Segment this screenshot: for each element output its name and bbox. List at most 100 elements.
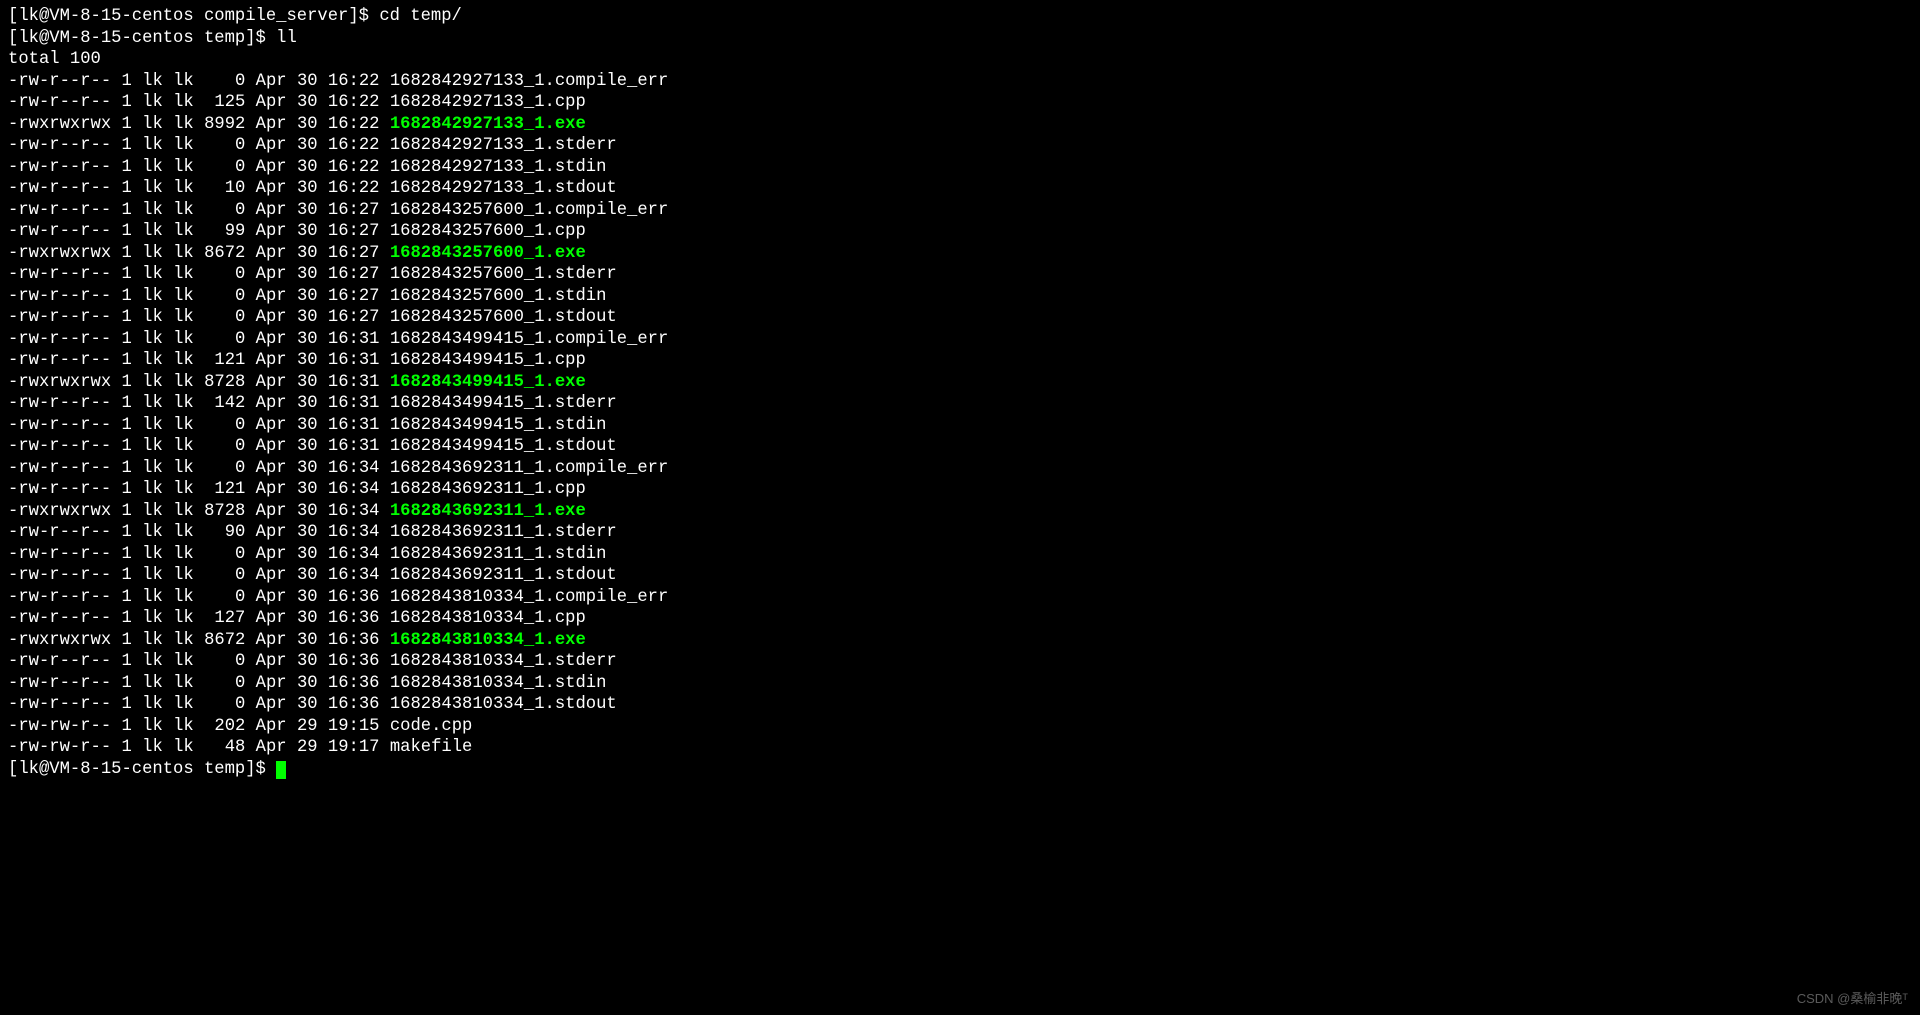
filename: 1682843499415_1.exe	[390, 373, 586, 392]
month: Apr	[256, 72, 287, 91]
day: 30	[297, 93, 318, 112]
time: 16:34	[328, 459, 380, 478]
links: 1	[121, 652, 131, 671]
owner: lk	[142, 717, 163, 736]
group: lk	[173, 394, 194, 413]
size: 142	[204, 394, 245, 413]
time: 19:15	[328, 717, 380, 736]
links: 1	[121, 201, 131, 220]
links: 1	[121, 566, 131, 585]
perm: -rw-r--r--	[8, 545, 111, 564]
owner: lk	[142, 523, 163, 542]
owner: lk	[142, 394, 163, 413]
day: 30	[297, 566, 318, 585]
day: 30	[297, 72, 318, 91]
day: 30	[297, 631, 318, 650]
filename: 1682843692311_1.stdout	[390, 566, 617, 585]
file-row: -rwxrwxrwx 1 lk lk 8728 Apr 30 16:31 168…	[8, 373, 586, 392]
file-row: -rw-r--r-- 1 lk lk 0 Apr 30 16:36 168284…	[8, 652, 617, 671]
group: lk	[173, 222, 194, 241]
file-row: -rw-r--r-- 1 lk lk 0 Apr 30 16:36 168284…	[8, 695, 617, 714]
month: Apr	[256, 373, 287, 392]
size: 0	[204, 566, 245, 585]
filename: 1682843810334_1.cpp	[390, 609, 586, 628]
day: 30	[297, 351, 318, 370]
terminal-output[interactable]: [lk@VM-8-15-centos compile_server]$ cd t…	[0, 0, 1920, 786]
links: 1	[121, 158, 131, 177]
filename: 1682843692311_1.exe	[390, 502, 586, 521]
file-row: -rw-r--r-- 1 lk lk 90 Apr 30 16:34 16828…	[8, 523, 617, 542]
file-row: -rw-r--r-- 1 lk lk 10 Apr 30 16:22 16828…	[8, 179, 617, 198]
day: 30	[297, 265, 318, 284]
month: Apr	[256, 287, 287, 306]
file-row: -rw-r--r-- 1 lk lk 0 Apr 30 16:34 168284…	[8, 545, 606, 564]
day: 30	[297, 437, 318, 456]
file-row: -rw-r--r-- 1 lk lk 99 Apr 30 16:27 16828…	[8, 222, 586, 241]
day: 30	[297, 480, 318, 499]
time: 16:31	[328, 437, 380, 456]
day: 30	[297, 115, 318, 134]
group: lk	[173, 502, 194, 521]
owner: lk	[142, 416, 163, 435]
links: 1	[121, 394, 131, 413]
owner: lk	[142, 480, 163, 499]
size: 8728	[204, 373, 245, 392]
owner: lk	[142, 265, 163, 284]
size: 99	[204, 222, 245, 241]
file-listing: -rw-r--r-- 1 lk lk 0 Apr 30 16:22 168284…	[8, 72, 668, 758]
file-row: -rw-r--r-- 1 lk lk 0 Apr 30 16:22 168284…	[8, 136, 617, 155]
filename: 1682843692311_1.cpp	[390, 480, 586, 499]
cursor-icon	[276, 761, 286, 779]
month: Apr	[256, 330, 287, 349]
time: 16:27	[328, 201, 380, 220]
size: 0	[204, 674, 245, 693]
filename: makefile	[390, 738, 473, 757]
time: 16:31	[328, 373, 380, 392]
links: 1	[121, 330, 131, 349]
time: 16:22	[328, 115, 380, 134]
filename: 1682843499415_1.cpp	[390, 351, 586, 370]
size: 8992	[204, 115, 245, 134]
filename: 1682843257600_1.compile_err	[390, 201, 668, 220]
size: 0	[204, 136, 245, 155]
links: 1	[121, 545, 131, 564]
group: lk	[173, 179, 194, 198]
perm: -rwxrwxrwx	[8, 631, 111, 650]
perm: -rw-r--r--	[8, 674, 111, 693]
file-row: -rw-r--r-- 1 lk lk 0 Apr 30 16:31 168284…	[8, 330, 668, 349]
perm: -rw-r--r--	[8, 609, 111, 628]
links: 1	[121, 265, 131, 284]
day: 30	[297, 502, 318, 521]
perm: -rwxrwxrwx	[8, 373, 111, 392]
perm: -rw-r--r--	[8, 72, 111, 91]
perm: -rw-r--r--	[8, 158, 111, 177]
size: 0	[204, 308, 245, 327]
perm: -rw-r--r--	[8, 588, 111, 607]
day: 30	[297, 330, 318, 349]
filename: 1682843810334_1.compile_err	[390, 588, 668, 607]
group: lk	[173, 695, 194, 714]
file-row: -rw-r--r-- 1 lk lk 0 Apr 30 16:22 168284…	[8, 158, 606, 177]
perm: -rw-r--r--	[8, 330, 111, 349]
group: lk	[173, 674, 194, 693]
time: 16:34	[328, 545, 380, 564]
file-row: -rw-r--r-- 1 lk lk 0 Apr 30 16:22 168284…	[8, 72, 668, 91]
owner: lk	[142, 695, 163, 714]
group: lk	[173, 523, 194, 542]
size: 121	[204, 351, 245, 370]
group: lk	[173, 459, 194, 478]
day: 30	[297, 222, 318, 241]
month: Apr	[256, 631, 287, 650]
size: 8728	[204, 502, 245, 521]
time: 16:36	[328, 695, 380, 714]
group: lk	[173, 609, 194, 628]
owner: lk	[142, 738, 163, 757]
month: Apr	[256, 674, 287, 693]
month: Apr	[256, 265, 287, 284]
time: 16:31	[328, 394, 380, 413]
size: 0	[204, 588, 245, 607]
time: 16:34	[328, 502, 380, 521]
owner: lk	[142, 609, 163, 628]
links: 1	[121, 523, 131, 542]
links: 1	[121, 717, 131, 736]
